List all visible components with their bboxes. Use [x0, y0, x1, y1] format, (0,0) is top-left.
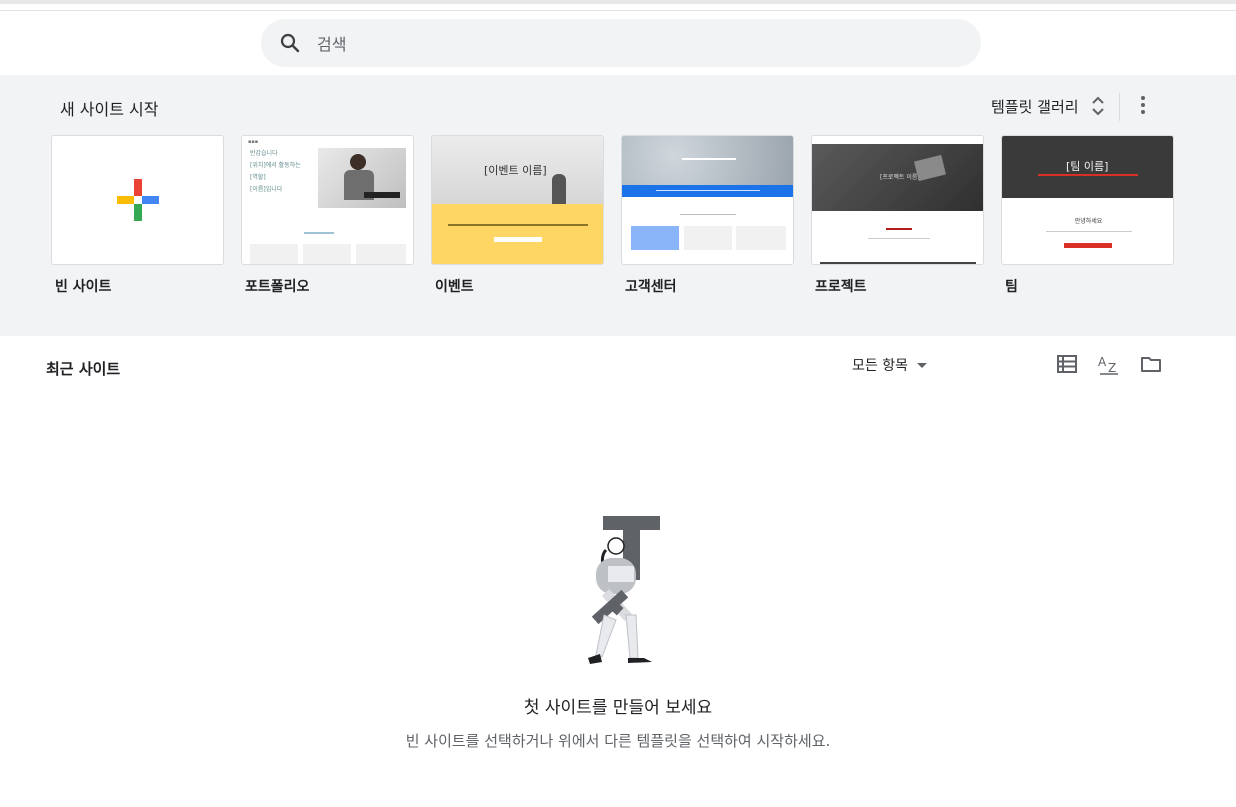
template-portfolio[interactable]: ▪▪▪ 반갑습니다 [위치]에서 활동하는 [역할] [이름]입니다 [241, 135, 414, 265]
thumb-line: [이름]입니다 [250, 186, 283, 193]
thumb-tile [356, 244, 406, 264]
thumb-tile [303, 244, 351, 264]
thumb-strip [820, 262, 976, 264]
svg-text:A: A [1098, 355, 1107, 369]
thumb-hero: [팀 이름] [1002, 136, 1173, 198]
more-vert-icon[interactable] [1131, 93, 1155, 117]
template-label-event: 이벤트 [435, 279, 474, 295]
search-bar[interactable]: 검색 [261, 19, 981, 67]
thumb-text-line [1046, 231, 1132, 232]
thumb-text-block: 반갑습니다 [위치]에서 활동하는 [역할] [이름]입니다 [250, 148, 301, 196]
template-label-blank: 빈 사이트 [55, 279, 112, 295]
arrow-drop-down-icon [916, 362, 927, 368]
thumb-sub: 안녕하세요 [1074, 218, 1103, 225]
recent-sites-heading: 최근 사이트 [46, 360, 121, 378]
template-label-portfolio: 포트폴리오 [245, 279, 310, 295]
thumb-text-line [656, 190, 760, 191]
thumb-yellow-band [432, 204, 603, 264]
thumb-text-line [682, 158, 736, 160]
template-event[interactable]: [이벤트 이름] [431, 135, 604, 265]
thumb-title: [이벤트 이름] [484, 164, 547, 177]
thumb-hero: [프로젝트 이름] [812, 144, 983, 211]
template-gallery-section: 새 사이트 시작 템플릿 갤러리 빈 사이트 ▪▪▪ 반갑습니다 [위치]에서 … [0, 75, 1236, 336]
folder-icon[interactable] [1139, 352, 1163, 376]
thumb-tile [631, 226, 679, 250]
empty-state-illustration [588, 516, 660, 664]
thumb-title: [팀 이름] [1066, 160, 1109, 173]
thumb-text-line [680, 214, 736, 215]
thumb-line: [위치]에서 활동하는 [250, 162, 301, 169]
thumb-blue-band [622, 185, 793, 197]
empty-state-subtitle: 빈 사이트를 선택하거나 위에서 다른 템플릿을 선택하여 시작하세요. [405, 732, 831, 750]
thumb-line: 반갑습니다 [250, 150, 278, 157]
plus-icon [117, 179, 159, 221]
template-team[interactable]: [팀 이름] 안녕하세요 [1001, 135, 1174, 265]
thumb-tile [684, 226, 732, 250]
thumb-hero [622, 136, 793, 185]
browser-top-edge [0, 0, 1236, 11]
svg-text:Z: Z [1108, 361, 1116, 375]
template-project[interactable]: [프로젝트 이름] [811, 135, 984, 265]
filter-label: 모든 항목 [852, 358, 908, 374]
thumb-text-line [886, 228, 912, 230]
search-placeholder: 검색 [317, 35, 347, 54]
thumb-text-line [448, 224, 588, 226]
empty-state-title: 첫 사이트를 만들어 보세요 [523, 698, 713, 718]
divider [1119, 93, 1120, 121]
thumb-button [1064, 243, 1112, 248]
template-gallery-label: 템플릿 갤러리 [991, 97, 1079, 116]
template-label-team: 팀 [1005, 279, 1018, 295]
thumb-tile [250, 244, 298, 264]
thumb-text-line [868, 238, 930, 239]
thumb-hero: [이벤트 이름] [432, 136, 603, 204]
header: 검색 [0, 11, 1236, 75]
thumb-button [494, 237, 542, 242]
new-site-heading: 새 사이트 시작 [60, 100, 159, 119]
thumb-link [304, 232, 334, 234]
thumb-line: [역할] [250, 174, 266, 181]
search-icon [280, 33, 300, 53]
template-gallery-button[interactable]: 템플릿 갤러리 [991, 93, 1105, 119]
thumb-title: [프로젝트 이름] [880, 174, 920, 181]
template-blank-site[interactable] [51, 135, 224, 265]
owner-filter-dropdown[interactable]: 모든 항목 [852, 355, 927, 375]
thumb-logo: ▪▪▪ [248, 139, 259, 145]
thumb-photo [318, 148, 406, 208]
sort-az-icon[interactable]: A Z [1097, 352, 1121, 376]
list-view-icon[interactable] [1055, 352, 1079, 376]
unfold-icon [1091, 96, 1104, 116]
template-help-center[interactable] [621, 135, 794, 265]
template-label-help-center: 고객센터 [625, 279, 677, 295]
thumb-tile [736, 226, 786, 250]
template-label-project: 프로젝트 [815, 279, 867, 295]
